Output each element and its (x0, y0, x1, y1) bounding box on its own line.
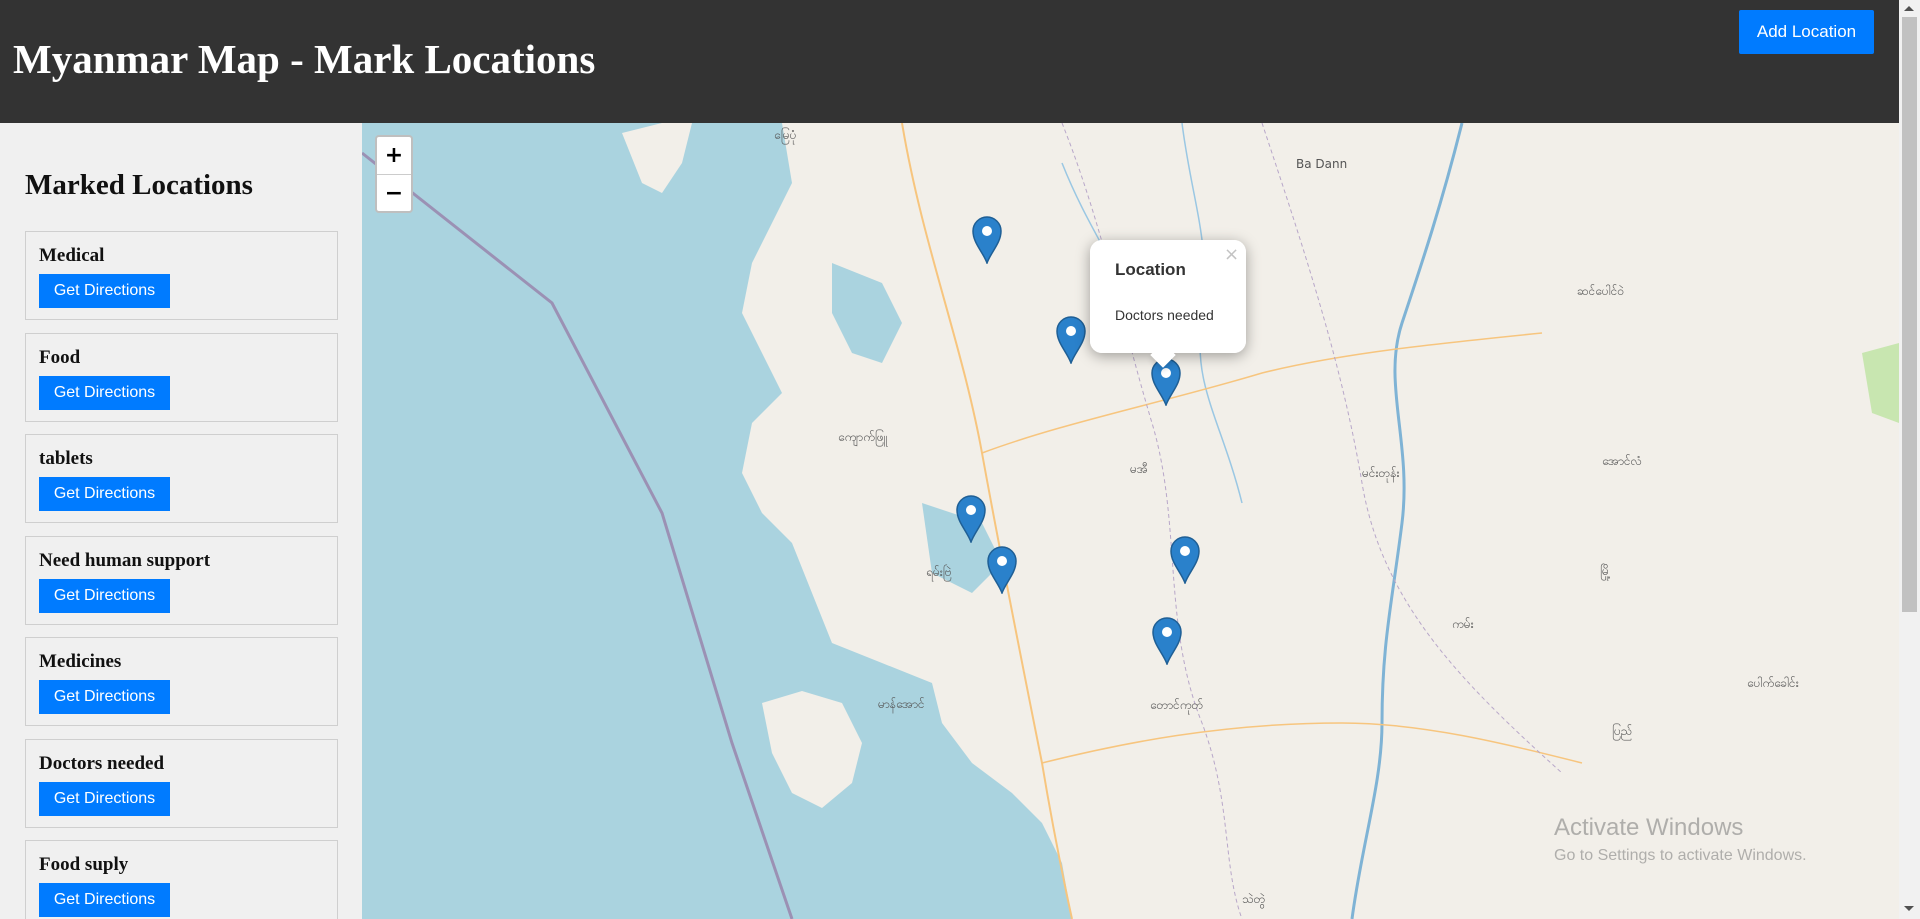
scroll-down-arrow-icon[interactable] (1904, 906, 1914, 911)
map-label: မြို့ (1600, 564, 1611, 578)
location-item-food: Food Get Directions (25, 332, 338, 422)
location-name: Medicines (39, 651, 122, 672)
map-label: မင်းတုန်း (1362, 466, 1400, 480)
map-marker-pin-icon[interactable] (987, 546, 1017, 596)
app-header: Myanmar Map - Mark Locations Add Locatio… (0, 0, 1899, 123)
location-list: Medical Get Directions Food Get Directio… (25, 231, 338, 919)
page-scrollbar[interactable] (1899, 0, 1920, 919)
get-directions-button[interactable]: Get Directions (39, 883, 170, 917)
map-marker-pin-icon[interactable] (972, 216, 1002, 266)
location-item-food-suply: Food suply Get Directions (25, 840, 338, 919)
get-directions-button[interactable]: Get Directions (39, 375, 170, 410)
map-marker-pin-icon[interactable] (1056, 316, 1086, 366)
location-item-need-human-support: Need human support Get Directions (25, 535, 338, 625)
map-label: ကျောက်ဖြူ (838, 430, 888, 444)
close-icon[interactable]: × (1224, 244, 1239, 265)
get-directions-button[interactable]: Get Directions (39, 578, 170, 613)
get-directions-button[interactable]: Get Directions (39, 274, 170, 308)
zoom-in-button[interactable]: + (377, 137, 411, 175)
zoom-control: + − (375, 135, 413, 213)
map-label: ရမ်းဗြဲ (926, 565, 952, 579)
popup-text: Doctors needed (1115, 307, 1214, 323)
map-marker-pin-icon[interactable] (1151, 358, 1181, 408)
location-item-medicines: Medicines Get Directions (25, 637, 338, 726)
map-label: မာန်အောင် (878, 697, 925, 711)
map-label: ပြည် (1612, 724, 1633, 738)
popup-title: Location (1115, 260, 1186, 279)
location-name: Doctors needed (39, 752, 165, 774)
sidebar-title: Marked Locations (25, 169, 253, 201)
location-name: Food (39, 346, 81, 368)
location-item-doctors-needed: Doctors needed Get Directions (25, 738, 338, 828)
map-label: ကမ်း (1452, 617, 1474, 631)
map-label: မအီ (1130, 462, 1148, 476)
map-marker-pin-icon[interactable] (956, 495, 986, 545)
map-label: ပေါက်ခေါင်း (1747, 676, 1799, 690)
map-label: ဆင်ပေါင်ဝဲ (1577, 284, 1625, 298)
location-item-medical: Medical Get Directions (25, 231, 338, 320)
get-directions-button[interactable]: Get Directions (39, 680, 170, 714)
map-marker-pin-icon[interactable] (1152, 617, 1182, 667)
location-name: Medical (39, 245, 105, 266)
popup-content: Location Doctors needed × (1090, 240, 1246, 353)
scroll-up-arrow-icon[interactable] (1904, 6, 1914, 11)
map-label: မြေပုံ (774, 128, 797, 142)
location-name: Need human support (39, 549, 211, 571)
activate-windows-subtitle: Go to Settings to activate Windows. (1554, 847, 1807, 864)
get-directions-button[interactable]: Get Directions (39, 477, 170, 511)
add-location-button[interactable]: Add Location (1739, 10, 1874, 54)
map-label: သဲတွဲ (1242, 892, 1266, 906)
page-title: Myanmar Map - Mark Locations (13, 36, 596, 82)
get-directions-button[interactable]: Get Directions (39, 781, 170, 816)
activate-windows-title: Activate Windows (1554, 814, 1744, 841)
zoom-out-button[interactable]: − (377, 175, 411, 212)
map-label: အောင်လံ (1602, 454, 1642, 468)
map-label: တောင်ကုတ် (1150, 698, 1204, 712)
location-name: Food suply (39, 854, 129, 875)
location-name: tablets (39, 448, 93, 469)
map-view[interactable]: မြေပုံ Ba Dann ကျောက်ဖြူ ရမ်းဗြဲ မာန်အော… (362, 123, 1899, 919)
locations-sidebar: Marked Locations Medical Get Directions … (0, 123, 362, 919)
map-marker-pin-icon[interactable] (1170, 536, 1200, 586)
location-popup: Location Doctors needed × (1090, 240, 1246, 368)
scrollbar-thumb[interactable] (1902, 17, 1917, 612)
map-label: Ba Dann (1296, 157, 1348, 171)
location-item-tablets: tablets Get Directions (25, 434, 338, 523)
